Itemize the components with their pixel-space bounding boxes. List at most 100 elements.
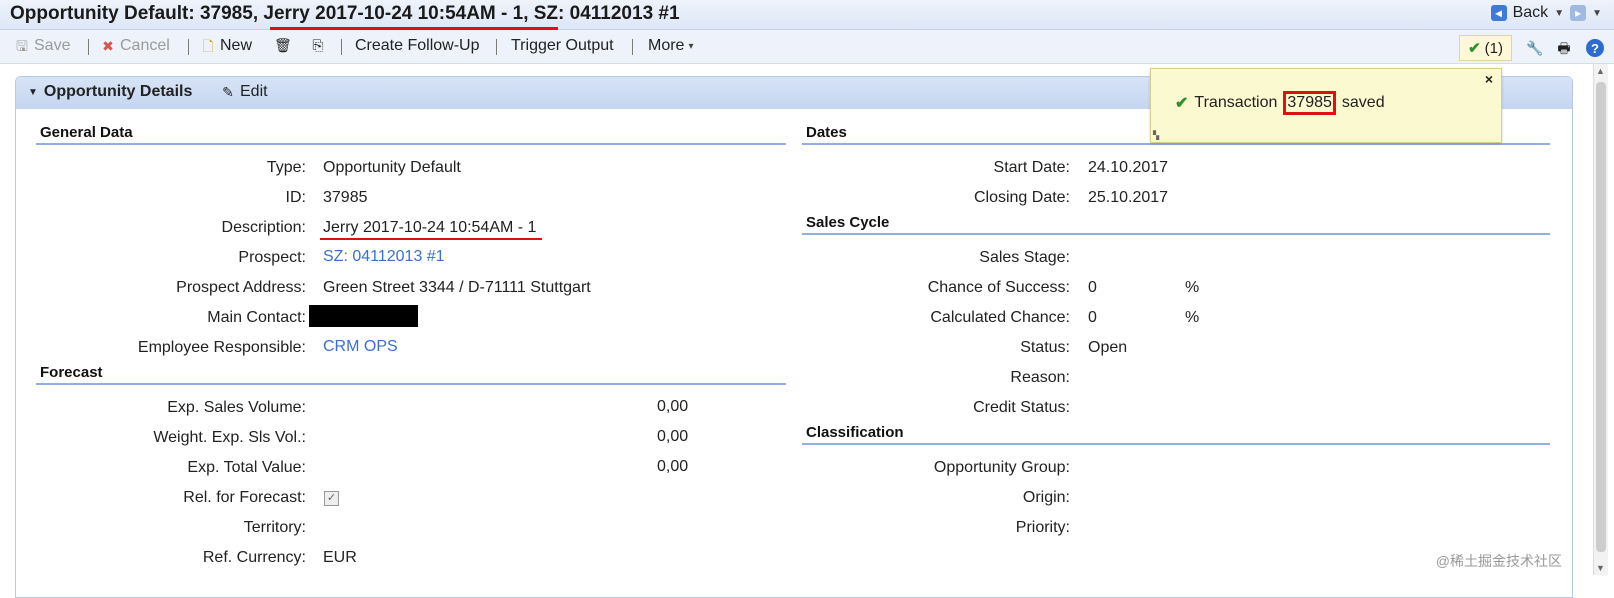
help-icon[interactable]: ?: [1586, 39, 1604, 57]
employee-responsible-label: Employee Responsible:: [137, 339, 306, 356]
disk-icon: 🖫: [16, 38, 28, 54]
territory-label: Territory:: [243, 519, 306, 536]
exp-total-value-label: Exp. Total Value:: [187, 459, 306, 476]
trigger-output-button[interactable]: Trigger Output: [511, 37, 614, 55]
section-divider: [802, 233, 1550, 235]
redacted-contact-value: [309, 305, 418, 327]
section-sales-cycle: Sales Cycle: [806, 214, 890, 231]
reason-label: Reason:: [1010, 369, 1070, 386]
forward-dropdown-icon[interactable]: ▼: [1592, 8, 1602, 19]
messages-button[interactable]: ✔ (1): [1459, 35, 1512, 61]
type-value: Opportunity Default: [323, 159, 461, 176]
chance-of-success-label: Chance of Success:: [927, 279, 1070, 296]
section-divider: [36, 383, 786, 385]
id-label: ID:: [285, 189, 306, 206]
scrollbar-thumb[interactable]: [1596, 82, 1606, 552]
sales-stage-label: Sales Stage:: [979, 249, 1070, 266]
description-value: Jerry 2017-10-24 10:54AM - 1: [323, 219, 537, 236]
employee-responsible-link[interactable]: CRM OPS: [323, 338, 398, 356]
back-dropdown-icon[interactable]: ▼: [1554, 8, 1564, 19]
back-arrow-icon[interactable]: ◂: [1490, 5, 1507, 21]
origin-label: Origin:: [1022, 489, 1070, 506]
prospect-address-value: Green Street 3344 / D-71111 Stuttgart: [323, 279, 591, 296]
trash-icon: 🗑: [274, 37, 292, 53]
collapse-triangle-icon: ▼: [28, 86, 38, 98]
calculated-chance-label: Calculated Chance:: [930, 309, 1070, 326]
save-button[interactable]: 🖫 Save: [14, 37, 70, 55]
copy-button[interactable]: ⎘: [310, 37, 326, 53]
back-button[interactable]: Back: [1513, 4, 1549, 22]
messages-count: (1): [1484, 39, 1503, 57]
section-divider: [802, 443, 1550, 445]
edit-button[interactable]: ✎ Edit: [220, 83, 268, 101]
section-general-data: General Data: [40, 124, 133, 141]
new-button[interactable]: 🗋 New: [200, 37, 252, 55]
panel-toggle[interactable]: ▼ Opportunity Details: [28, 83, 192, 101]
prospect-label: Prospect:: [238, 249, 306, 266]
create-follow-up-button[interactable]: Create Follow-Up: [355, 37, 479, 55]
ref-currency-value: EUR: [323, 549, 357, 566]
page-title: Opportunity Default: 37985, Jerry 2017-1…: [10, 3, 680, 24]
transaction-saved-popup: × ✔ Transaction 37985 saved ▚: [1150, 68, 1502, 143]
closing-date-value: 25.10.2017: [1088, 189, 1169, 206]
section-classification: Classification: [806, 424, 904, 441]
edit-pencil-icon: ✎: [222, 84, 234, 100]
toolbar-separator: [188, 39, 189, 55]
toolbar-separator: [341, 39, 342, 55]
calculated-chance-unit: %: [1185, 309, 1200, 326]
back-navigation: ◂ Back ▼ ▸ ▼: [1490, 4, 1602, 22]
delete-button[interactable]: 🗑: [274, 37, 292, 53]
status-label: Status:: [1020, 339, 1070, 356]
copy-icon: ⎘: [312, 37, 324, 53]
checkmark-icon: ✔: [1468, 40, 1481, 57]
popup-message-prefix: Transaction: [1194, 94, 1278, 111]
start-date-label: Start Date:: [993, 159, 1070, 176]
section-divider: [802, 143, 1550, 145]
wrench-icon[interactable]: 🔧: [1526, 40, 1543, 56]
new-document-icon: 🗋: [202, 38, 214, 54]
exp-sales-volume-label: Exp. Sales Volume:: [167, 399, 306, 416]
toolbar-right-tools: ✔ (1) 🔧 🖶 ?: [1459, 35, 1604, 61]
opportunity-group-label: Opportunity Group:: [933, 459, 1070, 476]
more-menu-button[interactable]: More ▾: [648, 37, 693, 55]
cross-icon: ✖: [102, 38, 114, 54]
prospect-address-label: Prospect Address:: [176, 279, 306, 296]
more-label: More: [648, 37, 685, 54]
chevron-down-icon: ▾: [688, 40, 694, 52]
scroll-down-arrow-icon[interactable]: ▼: [1596, 563, 1605, 573]
cancel-button[interactable]: ✖ Cancel: [100, 37, 170, 55]
printer-icon[interactable]: 🖶: [1556, 40, 1572, 56]
ref-currency-label: Ref. Currency:: [202, 549, 306, 566]
close-icon[interactable]: ×: [1485, 71, 1493, 87]
panel-title: Opportunity Details: [43, 83, 193, 100]
forward-arrow-icon[interactable]: ▸: [1570, 5, 1587, 21]
status-value: Open: [1088, 339, 1128, 356]
checkmark-icon: ✔: [1175, 95, 1189, 112]
section-divider: [36, 143, 786, 145]
toolbar-separator: [88, 39, 89, 55]
relevant-for-forecast-checkbox: ✓: [324, 491, 339, 506]
description-label: Description:: [221, 219, 306, 236]
section-forecast: Forecast: [40, 364, 103, 381]
priority-label: Priority:: [1015, 519, 1070, 536]
scroll-up-arrow-icon[interactable]: ▲: [1596, 66, 1605, 76]
prospect-link[interactable]: SZ: 04112013 #1: [323, 248, 445, 266]
save-label: Save: [34, 37, 71, 54]
section-dates: Dates: [806, 124, 847, 141]
title-bar: Opportunity Default: 37985, Jerry 2017-1…: [0, 0, 1614, 30]
credit-status-label: Credit Status:: [973, 399, 1070, 416]
cancel-label: Cancel: [120, 37, 170, 54]
closing-date-label: Closing Date:: [973, 189, 1070, 206]
weighted-sales-volume-label: Weight. Exp. Sls Vol.:: [153, 429, 306, 446]
id-value: 37985: [323, 189, 368, 206]
popup-message: ✔ Transaction 37985 saved: [1175, 91, 1385, 115]
toolbar-separator: [496, 39, 497, 55]
type-label: Type:: [266, 159, 306, 176]
toolbar: 🖫 Save ✖ Cancel 🗋 New 🗑 ⎘ Create Follow-…: [0, 30, 1614, 64]
start-date-value: 24.10.2017: [1088, 159, 1169, 176]
toolbar-separator: [632, 39, 633, 55]
vertical-scrollbar[interactable]: ▲ ▼: [1593, 64, 1608, 575]
weighted-sales-volume-value: 0,00: [657, 428, 689, 445]
resize-grip-icon[interactable]: ▚: [1153, 131, 1159, 140]
edit-label: Edit: [240, 83, 268, 100]
